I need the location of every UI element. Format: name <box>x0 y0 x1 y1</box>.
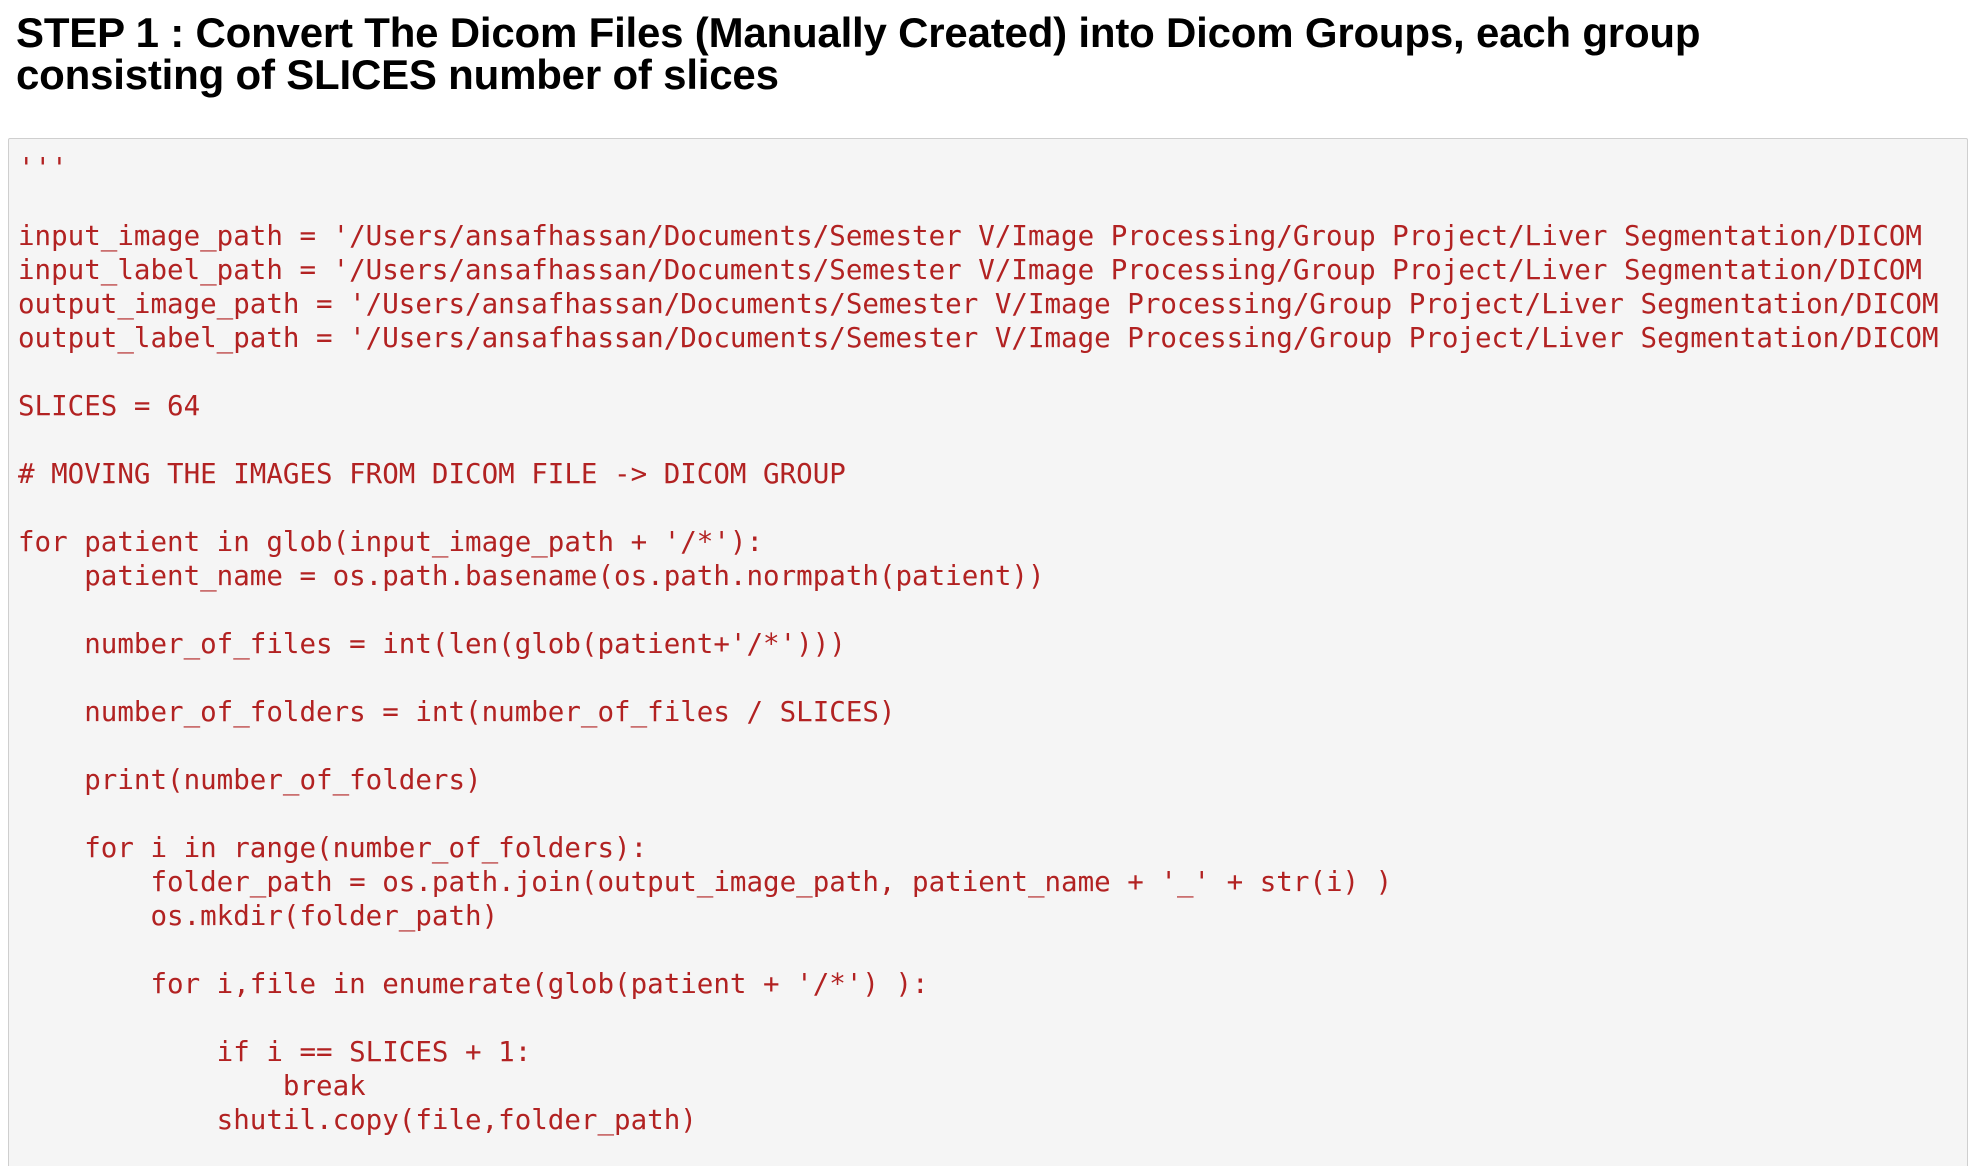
code-line: output_image_path = '/Users/ansafhassan/… <box>18 288 1939 320</box>
code-line: if i == SLICES + 1: <box>18 1036 532 1068</box>
code-line: output_label_path = '/Users/ansafhassan/… <box>18 322 1939 354</box>
code-line: for patient in glob(input_image_path + '… <box>18 526 764 558</box>
code-line: # MOVING THE IMAGES FROM DICOM FILE -> D… <box>18 458 846 490</box>
code-cell[interactable]: ''' input_image_path = '/Users/ansafhassa… <box>8 138 1968 1166</box>
heading-line-1: STEP 1 : Convert The Dicom Files (Manual… <box>16 9 1701 56</box>
code-line: number_of_folders = int(number_of_files … <box>18 696 896 728</box>
code-line: input_label_path = '/Users/ansafhassan/D… <box>18 254 1922 286</box>
code-line: shutil.copy(file,folder_path) <box>18 1104 697 1136</box>
markdown-heading: STEP 1 : Convert The Dicom Files (Manual… <box>16 12 1956 96</box>
code-line: folder_path = os.path.join(output_image_… <box>18 866 1393 898</box>
code-line: os.mkdir(folder_path) <box>18 900 499 932</box>
code-line: SLICES = 64 <box>18 390 201 422</box>
code-line: for i in range(number_of_folders): <box>18 832 648 864</box>
code-line: number_of_files = int(len(glob(patient+'… <box>18 628 846 660</box>
code-line: ''' <box>18 152 68 184</box>
code-line: patient_name = os.path.basename(os.path.… <box>18 560 1045 592</box>
code-line: for i,file in enumerate(glob(patient + '… <box>18 968 929 1000</box>
code-line: print(number_of_folders) <box>18 764 482 796</box>
heading-line-2: consisting of SLICES number of slices <box>16 51 779 98</box>
code-line: input_image_path = '/Users/ansafhassan/D… <box>18 220 1922 252</box>
code-line: break <box>18 1070 366 1102</box>
code-block[interactable]: ''' input_image_path = '/Users/ansafhassa… <box>18 151 1939 1137</box>
